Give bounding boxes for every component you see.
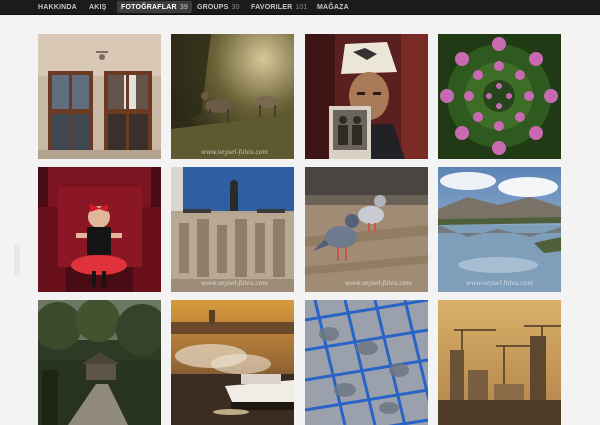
photo-watermark: www.veysel-fotos.com: [201, 280, 269, 287]
old-man-photo: [305, 34, 428, 159]
photo-watermark: www.veysel-fotos.com: [201, 149, 269, 156]
photo-thumbnail-girl-armchair[interactable]: [38, 167, 161, 292]
photo-thumbnail-harbour-sunset[interactable]: [171, 300, 294, 425]
deer-photo: [171, 34, 294, 159]
nav-label: AKIŞ: [89, 3, 107, 11]
photo-thumbnail-pigeons[interactable]: www.veysel-fotos.com: [305, 167, 428, 292]
statue-relief-photo: [171, 167, 294, 292]
photo-thumbnail-windows[interactable]: [38, 34, 161, 159]
photo-thumbnail-deer[interactable]: www.veysel-fotos.com: [171, 34, 294, 159]
page-edge-decoration: [14, 245, 20, 275]
photo-thumbnail-blue-cage[interactable]: [305, 300, 428, 425]
photo-thumbnail-lake-reflection[interactable]: www.veysel-fotos.com: [438, 167, 561, 292]
nav-item-fotograflar[interactable]: FOTOĞRAFLAR 39: [117, 1, 192, 13]
nav-item-magaza[interactable]: MAĞAZA: [317, 1, 349, 13]
photo-thumbnail-flower-kaleidoscope[interactable]: [438, 34, 561, 159]
windows-photo: [38, 34, 161, 159]
nav-label: GROUPS: [197, 3, 229, 11]
nav-label: FAVORILER: [251, 3, 293, 11]
photo-watermark: www.veysel-fotos.com: [345, 280, 413, 287]
nav-item-groups[interactable]: GROUPS 30: [197, 1, 240, 13]
flower-kaleidoscope-photo: [438, 34, 561, 159]
blue-cage-photo: [305, 300, 428, 425]
nav-label: FOTOĞRAFLAR: [121, 3, 177, 11]
girl-armchair-photo: [38, 167, 161, 292]
nav-count: 101: [295, 3, 308, 11]
nav-item-akis[interactable]: AKIŞ: [89, 1, 107, 13]
photo-thumbnail-old-man[interactable]: [305, 34, 428, 159]
nav-label: MAĞAZA: [317, 3, 349, 11]
photo-thumbnail-cranes-dusk[interactable]: [438, 300, 561, 425]
nav-item-favoriler[interactable]: FAVORILER 101: [251, 1, 308, 13]
forest-cottage-photo: [38, 300, 161, 425]
photo-watermark: www.veysel-fotos.com: [466, 280, 534, 287]
pigeons-photo: [305, 167, 428, 292]
lake-reflection-photo: [438, 167, 561, 292]
nav-count: 39: [179, 3, 188, 11]
nav-label: HAKKINDA: [38, 3, 77, 11]
photo-thumbnail-forest-cottage[interactable]: [38, 300, 161, 425]
top-navigation-bar: HAKKINDA AKIŞ FOTOĞRAFLAR 39 GROUPS 30 F…: [0, 0, 600, 15]
harbour-sunset-photo: [171, 300, 294, 425]
cranes-dusk-photo: [438, 300, 561, 425]
nav-item-hakkinda[interactable]: HAKKINDA: [38, 1, 77, 13]
nav-count: 30: [231, 3, 240, 11]
photo-thumbnail-statue-relief[interactable]: www.veysel-fotos.com: [171, 167, 294, 292]
